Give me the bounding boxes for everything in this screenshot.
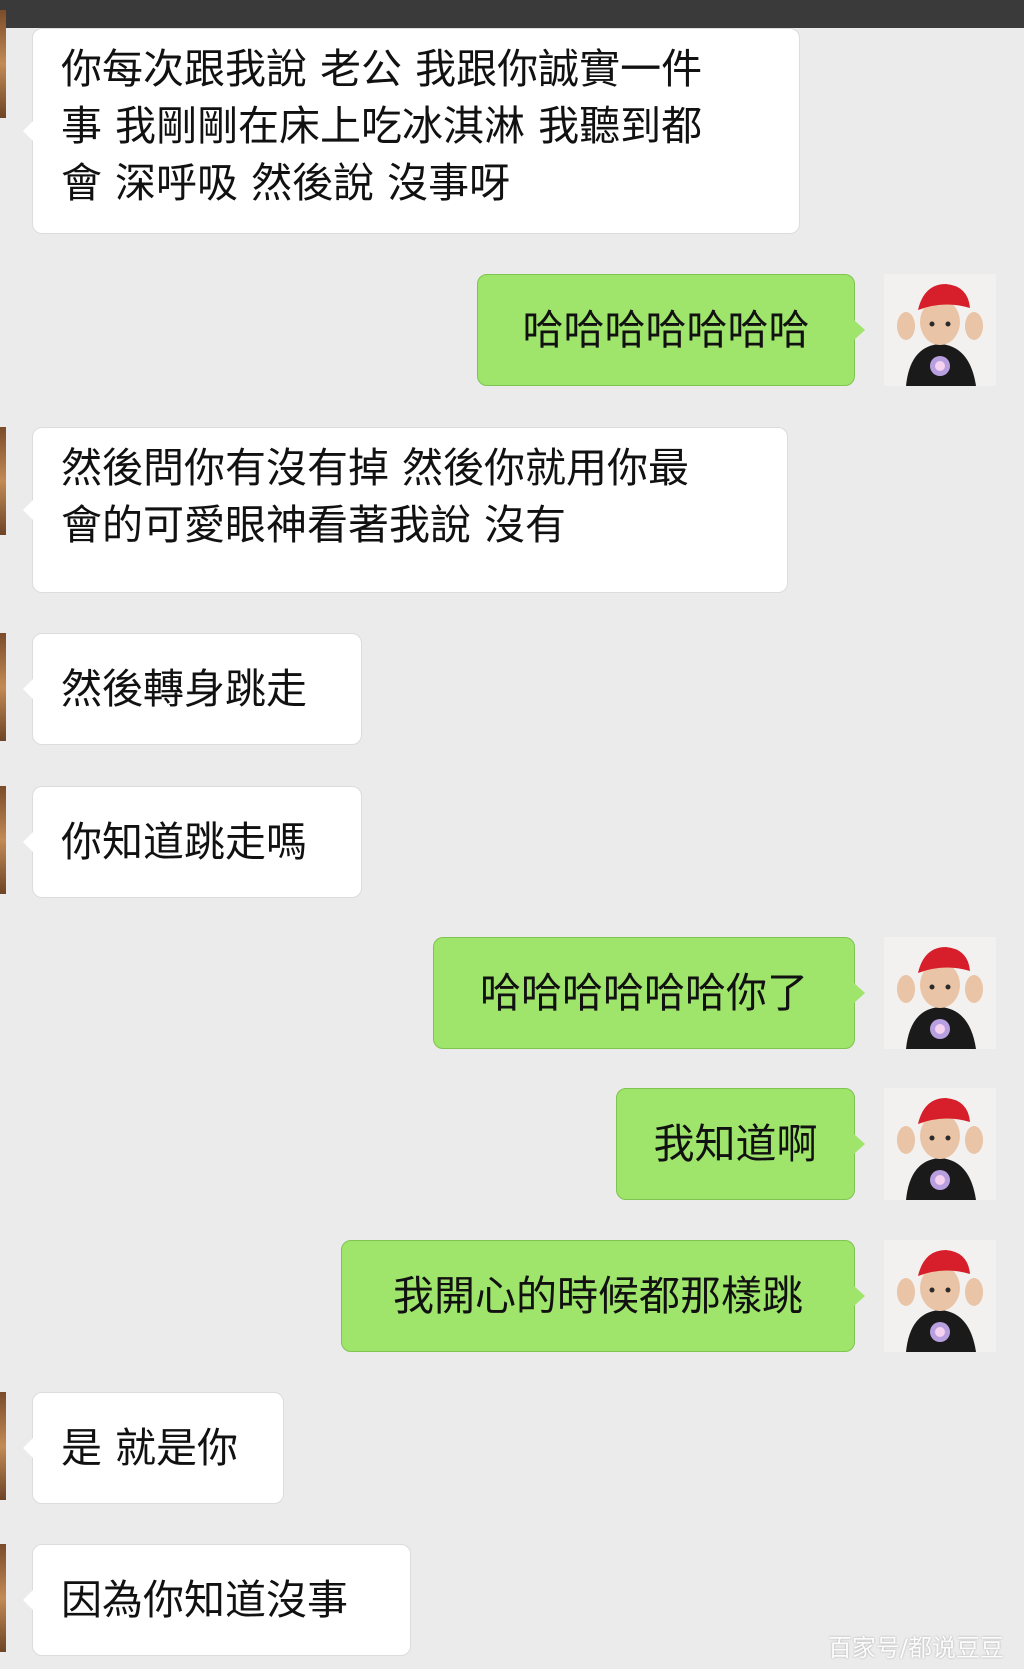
message-bubble-incoming[interactable]: 是 就是你 bbox=[23, 1392, 284, 1504]
contact-avatar-edge bbox=[0, 633, 6, 741]
status-bar bbox=[0, 0, 1024, 28]
message-bubble-outgoing[interactable]: 哈哈哈哈哈哈哈 bbox=[477, 274, 865, 386]
contact-avatar-edge bbox=[0, 1544, 6, 1652]
message-bubble-incoming[interactable]: 然後轉身跳走 bbox=[23, 633, 362, 745]
message-bubble-outgoing[interactable]: 哈哈哈哈哈哈你了 bbox=[433, 937, 865, 1049]
message-bubble-outgoing[interactable]: 我知道啊 bbox=[616, 1088, 865, 1200]
message-bubble-incoming[interactable]: 因為你知道沒事 bbox=[23, 1544, 411, 1656]
contact-avatar-edge bbox=[0, 786, 6, 894]
child-red-cap-avatar-icon bbox=[884, 1240, 996, 1352]
self-avatar-icon[interactable] bbox=[884, 274, 996, 386]
watermark: 百家号/都说豆豆 bbox=[827, 1634, 1004, 1662]
self-avatar-icon[interactable] bbox=[884, 1240, 996, 1352]
message-bubble-outgoing[interactable]: 我開心的時候都那樣跳 bbox=[341, 1240, 865, 1352]
child-red-cap-avatar-icon bbox=[884, 274, 996, 386]
child-red-cap-avatar-icon bbox=[884, 1088, 996, 1200]
message-bubble-incoming[interactable]: 你知道跳走嗎 bbox=[23, 786, 362, 898]
message-bubble-incoming[interactable]: 你每次跟我說 老公 我跟你誠實一件 事 我剛剛在床上吃冰淇淋 我聽到都 會 深呼… bbox=[23, 28, 800, 234]
contact-avatar-edge bbox=[0, 427, 6, 535]
child-red-cap-avatar-icon bbox=[884, 937, 996, 1049]
contact-avatar-edge bbox=[0, 1392, 6, 1500]
contact-avatar-edge bbox=[0, 10, 6, 118]
self-avatar-icon[interactable] bbox=[884, 937, 996, 1049]
message-bubble-incoming[interactable]: 然後問你有沒有掉 然後你就用你最 會的可愛眼神看著我說 沒有 bbox=[23, 427, 788, 593]
self-avatar-icon[interactable] bbox=[884, 1088, 996, 1200]
